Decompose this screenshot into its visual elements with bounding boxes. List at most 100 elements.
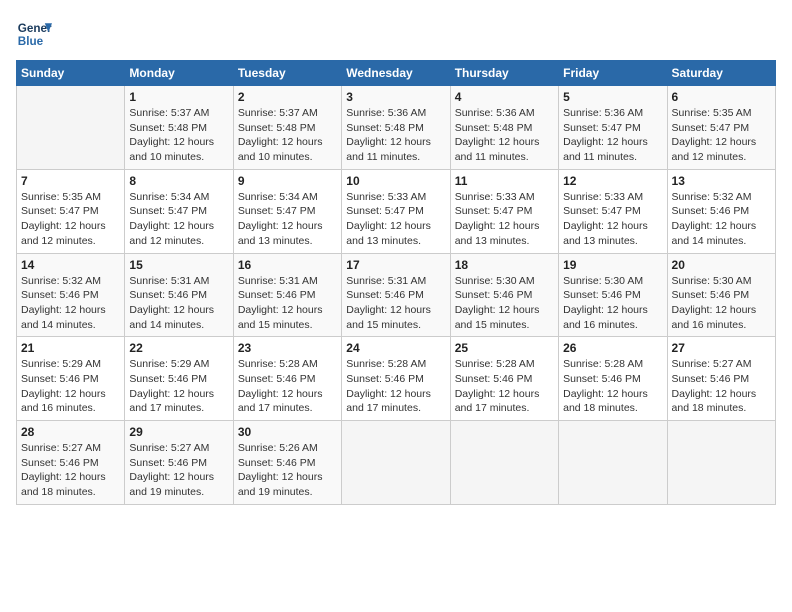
calendar-cell: 19Sunrise: 5:30 AM Sunset: 5:46 PM Dayli… bbox=[559, 253, 667, 337]
calendar-cell: 23 Sunrise: 5:28 AM Sunset: 5:46 PM Dayli… bbox=[233, 337, 341, 421]
day-info: Sunrise: 5:28 AM Sunset: 5:46 PM Dayligh… bbox=[238, 357, 337, 416]
day-info: Sunrise: 5:30 AM Sunset: 5:46 PM Dayligh… bbox=[672, 274, 771, 333]
calendar-cell: 10 Sunrise: 5:33 AM Sunset: 5:47 PM Dayli… bbox=[342, 169, 450, 253]
col-header-saturday: Saturday bbox=[667, 61, 775, 86]
day-number: 18 bbox=[455, 258, 554, 272]
calendar-cell bbox=[667, 421, 775, 505]
day-info: Sunrise: 5:33 AM Sunset: 5:47 PM Dayligh… bbox=[563, 190, 662, 249]
header: General Blue bbox=[16, 16, 776, 52]
day-number: 19 bbox=[563, 258, 662, 272]
day-info: Sunrise: 5:34 AM Sunset: 5:47 PM Dayligh… bbox=[129, 190, 228, 249]
col-header-thursday: Thursday bbox=[450, 61, 558, 86]
day-number: 15 bbox=[129, 258, 228, 272]
col-header-monday: Monday bbox=[125, 61, 233, 86]
col-header-tuesday: Tuesday bbox=[233, 61, 341, 86]
day-number: 2 bbox=[238, 90, 337, 104]
calendar-week-row: 7 Sunrise: 5:35 AM Sunset: 5:47 PM Daylig… bbox=[17, 169, 776, 253]
calendar-cell: 11 Sunrise: 5:33 AM Sunset: 5:47 PM Dayli… bbox=[450, 169, 558, 253]
day-number: 6 bbox=[672, 90, 771, 104]
day-info: Sunrise: 5:34 AM Sunset: 5:47 PM Dayligh… bbox=[238, 190, 337, 249]
day-info: Sunrise: 5:31 AM Sunset: 5:46 PM Dayligh… bbox=[346, 274, 445, 333]
day-number: 13 bbox=[672, 174, 771, 188]
day-number: 10 bbox=[346, 174, 445, 188]
day-info: Sunrise: 5:32 AM Sunset: 5:46 PM Dayligh… bbox=[672, 190, 771, 249]
calendar-cell: 17 Sunrise: 5:31 AM Sunset: 5:46 PM Dayli… bbox=[342, 253, 450, 337]
calendar-table: SundayMondayTuesdayWednesdayThursdayFrid… bbox=[16, 60, 776, 505]
day-number: 9 bbox=[238, 174, 337, 188]
col-header-friday: Friday bbox=[559, 61, 667, 86]
day-number: 28 bbox=[21, 425, 120, 439]
day-info: Sunrise: 5:31 AM Sunset: 5:46 PM Dayligh… bbox=[238, 274, 337, 333]
calendar-cell: 4Sunrise: 5:36 AM Sunset: 5:48 PM Daylig… bbox=[450, 86, 558, 170]
calendar-cell: 28 Sunrise: 5:27 AM Sunset: 5:46 PM Dayli… bbox=[17, 421, 125, 505]
day-info: Sunrise: 5:36 AM Sunset: 5:48 PM Dayligh… bbox=[455, 106, 554, 165]
day-info: Sunrise: 5:32 AM Sunset: 5:46 PM Dayligh… bbox=[21, 274, 120, 333]
day-number: 8 bbox=[129, 174, 228, 188]
calendar-cell bbox=[559, 421, 667, 505]
calendar-cell: 12 Sunrise: 5:33 AM Sunset: 5:47 PM Dayli… bbox=[559, 169, 667, 253]
calendar-cell: 24 Sunrise: 5:28 AM Sunset: 5:46 PM Dayli… bbox=[342, 337, 450, 421]
logo-icon: General Blue bbox=[16, 16, 52, 52]
day-number: 23 bbox=[238, 341, 337, 355]
day-info: Sunrise: 5:35 AM Sunset: 5:47 PM Dayligh… bbox=[672, 106, 771, 165]
day-number: 11 bbox=[455, 174, 554, 188]
calendar-cell bbox=[342, 421, 450, 505]
calendar-week-row: 21 Sunrise: 5:29 AM Sunset: 5:46 PM Dayli… bbox=[17, 337, 776, 421]
day-number: 20 bbox=[672, 258, 771, 272]
day-number: 22 bbox=[129, 341, 228, 355]
day-number: 7 bbox=[21, 174, 120, 188]
day-info: Sunrise: 5:36 AM Sunset: 5:48 PM Dayligh… bbox=[346, 106, 445, 165]
calendar-cell: 3 Sunrise: 5:36 AM Sunset: 5:48 PM Daylig… bbox=[342, 86, 450, 170]
day-info: Sunrise: 5:37 AM Sunset: 5:48 PM Dayligh… bbox=[238, 106, 337, 165]
calendar-cell: 15 Sunrise: 5:31 AM Sunset: 5:46 PM Dayli… bbox=[125, 253, 233, 337]
calendar-week-row: 14 Sunrise: 5:32 AM Sunset: 5:46 PM Dayli… bbox=[17, 253, 776, 337]
calendar-week-row: 28 Sunrise: 5:27 AM Sunset: 5:46 PM Dayli… bbox=[17, 421, 776, 505]
col-header-sunday: Sunday bbox=[17, 61, 125, 86]
calendar-cell: 13 Sunrise: 5:32 AM Sunset: 5:46 PM Dayli… bbox=[667, 169, 775, 253]
day-number: 12 bbox=[563, 174, 662, 188]
day-number: 24 bbox=[346, 341, 445, 355]
calendar-cell bbox=[450, 421, 558, 505]
calendar-cell: 21Sunrise: 5:29 AM Sunset: 5:46 PM Dayli… bbox=[17, 337, 125, 421]
day-number: 3 bbox=[346, 90, 445, 104]
calendar-header-row: SundayMondayTuesdayWednesdayThursdayFrid… bbox=[17, 61, 776, 86]
day-number: 25 bbox=[455, 341, 554, 355]
day-number: 1 bbox=[129, 90, 228, 104]
day-info: Sunrise: 5:28 AM Sunset: 5:46 PM Dayligh… bbox=[455, 357, 554, 416]
day-info: Sunrise: 5:28 AM Sunset: 5:46 PM Dayligh… bbox=[563, 357, 662, 416]
day-info: Sunrise: 5:31 AM Sunset: 5:46 PM Dayligh… bbox=[129, 274, 228, 333]
calendar-cell: 18 Sunrise: 5:30 AM Sunset: 5:46 PM Dayli… bbox=[450, 253, 558, 337]
calendar-cell: 6 Sunrise: 5:35 AM Sunset: 5:47 PM Daylig… bbox=[667, 86, 775, 170]
calendar-week-row: 1 Sunrise: 5:37 AM Sunset: 5:48 PM Daylig… bbox=[17, 86, 776, 170]
col-header-wednesday: Wednesday bbox=[342, 61, 450, 86]
day-info: Sunrise: 5:30 AM Sunset: 5:46 PM Dayligh… bbox=[455, 274, 554, 333]
calendar-cell: 27Sunrise: 5:27 AM Sunset: 5:46 PM Dayli… bbox=[667, 337, 775, 421]
calendar-cell: 26 Sunrise: 5:28 AM Sunset: 5:46 PM Dayli… bbox=[559, 337, 667, 421]
day-info: Sunrise: 5:35 AM Sunset: 5:47 PM Dayligh… bbox=[21, 190, 120, 249]
calendar-cell: 25 Sunrise: 5:28 AM Sunset: 5:46 PM Dayli… bbox=[450, 337, 558, 421]
logo: General Blue bbox=[16, 16, 52, 52]
day-info: Sunrise: 5:28 AM Sunset: 5:46 PM Dayligh… bbox=[346, 357, 445, 416]
day-number: 29 bbox=[129, 425, 228, 439]
day-info: Sunrise: 5:33 AM Sunset: 5:47 PM Dayligh… bbox=[455, 190, 554, 249]
calendar-cell: 22 Sunrise: 5:29 AM Sunset: 5:46 PM Dayli… bbox=[125, 337, 233, 421]
day-info: Sunrise: 5:33 AM Sunset: 5:47 PM Dayligh… bbox=[346, 190, 445, 249]
day-info: Sunrise: 5:37 AM Sunset: 5:48 PM Dayligh… bbox=[129, 106, 228, 165]
calendar-cell: 8 Sunrise: 5:34 AM Sunset: 5:47 PM Daylig… bbox=[125, 169, 233, 253]
day-number: 26 bbox=[563, 341, 662, 355]
day-info: Sunrise: 5:27 AM Sunset: 5:46 PM Dayligh… bbox=[672, 357, 771, 416]
day-number: 16 bbox=[238, 258, 337, 272]
day-info: Sunrise: 5:36 AM Sunset: 5:47 PM Dayligh… bbox=[563, 106, 662, 165]
day-number: 5 bbox=[563, 90, 662, 104]
calendar-cell: 20 Sunrise: 5:30 AM Sunset: 5:46 PM Dayli… bbox=[667, 253, 775, 337]
day-number: 14 bbox=[21, 258, 120, 272]
day-info: Sunrise: 5:29 AM Sunset: 5:46 PM Dayligh… bbox=[129, 357, 228, 416]
calendar-cell: 2 Sunrise: 5:37 AM Sunset: 5:48 PM Daylig… bbox=[233, 86, 341, 170]
day-number: 21 bbox=[21, 341, 120, 355]
calendar-cell: 1 Sunrise: 5:37 AM Sunset: 5:48 PM Daylig… bbox=[125, 86, 233, 170]
day-number: 17 bbox=[346, 258, 445, 272]
calendar-cell bbox=[17, 86, 125, 170]
day-info: Sunrise: 5:27 AM Sunset: 5:46 PM Dayligh… bbox=[21, 441, 120, 500]
day-info: Sunrise: 5:26 AM Sunset: 5:46 PM Dayligh… bbox=[238, 441, 337, 500]
calendar-cell: 9 Sunrise: 5:34 AM Sunset: 5:47 PM Daylig… bbox=[233, 169, 341, 253]
